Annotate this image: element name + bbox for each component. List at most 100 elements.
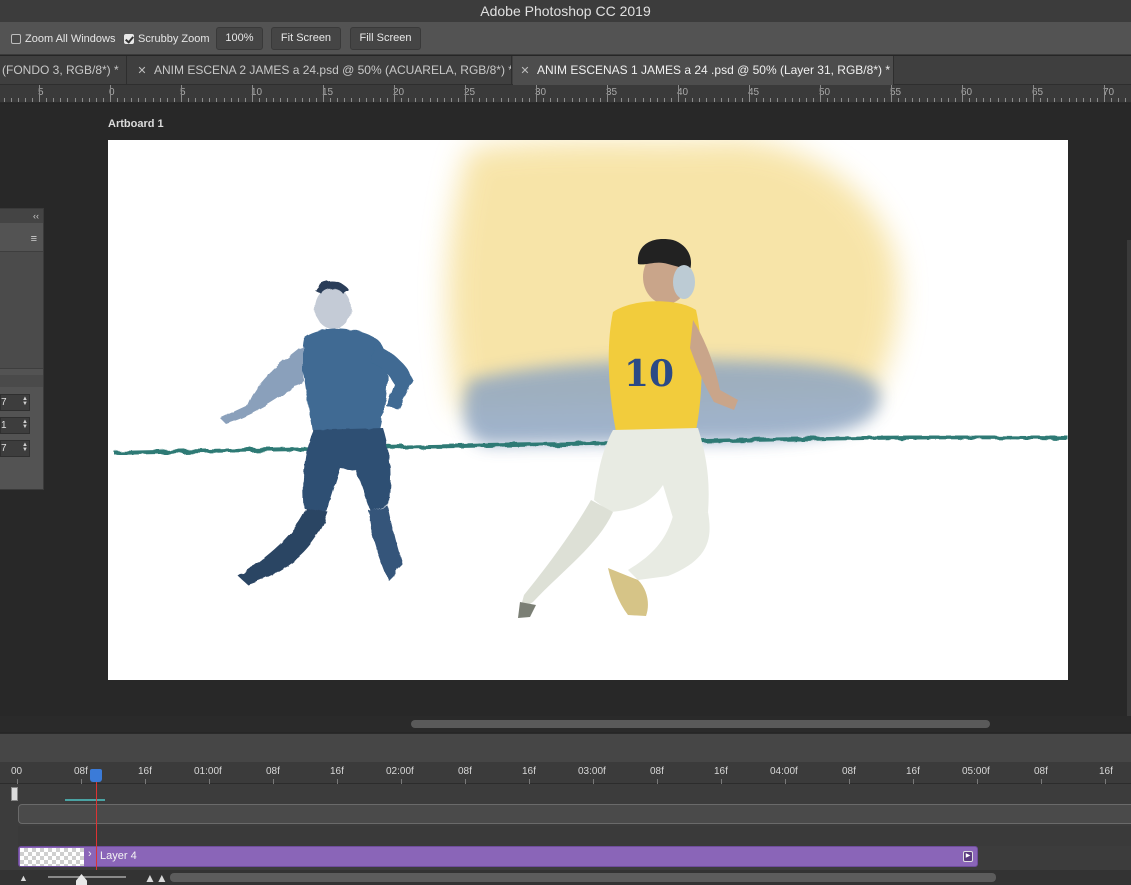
ruler-tick xyxy=(60,98,61,102)
ruler-tick xyxy=(82,98,83,102)
window-title: Adobe Photoshop CC 2019 xyxy=(480,3,651,19)
ruler-tick xyxy=(302,98,303,102)
playhead-line xyxy=(96,782,97,878)
panel-number-field[interactable]: 7 ▲ ▼ xyxy=(0,394,30,411)
ruler-tick xyxy=(493,98,494,102)
title-bar: Adobe Photoshop CC 2019 xyxy=(0,0,1131,22)
jersey-number: 10 xyxy=(624,353,674,395)
ruler-tick xyxy=(67,98,68,102)
timeline-ruler[interactable]: 00 08f 16f 01:00f 08f 16f 02:00f 08f 16f 03:00f 08… xyxy=(0,762,1131,784)
timeline-tick xyxy=(401,779,402,784)
ruler-tick xyxy=(927,98,928,102)
artboard[interactable]: 10 xyxy=(108,140,1068,680)
ruler-tick xyxy=(990,98,991,102)
panel-menu-icon[interactable]: ≡ xyxy=(31,233,37,245)
ruler-tick xyxy=(1019,98,1020,102)
zoom-100-button[interactable]: 100% xyxy=(216,27,263,50)
ruler-tick xyxy=(387,98,388,102)
vertical-scrollbar[interactable] xyxy=(1127,240,1131,720)
chevron-right-icon[interactable]: › xyxy=(88,848,92,860)
ruler-tick xyxy=(174,98,175,102)
ruler-tick xyxy=(280,98,281,102)
ruler-tick xyxy=(380,98,381,102)
ruler-tick xyxy=(976,98,977,102)
ruler-tick xyxy=(430,98,431,102)
horizontal-scroll-thumb[interactable] xyxy=(411,720,990,728)
ruler-tick xyxy=(415,98,416,102)
ruler-tick xyxy=(252,85,253,102)
layer-clip[interactable]: › Layer 4 ▶ xyxy=(18,846,978,867)
ruler-tick xyxy=(75,98,76,102)
panel-field-value: 1 xyxy=(1,420,7,431)
panel-number-field[interactable]: 7 ▲ ▼ xyxy=(0,440,30,457)
panel-field-value: 7 xyxy=(1,443,7,454)
ruler-tick xyxy=(458,98,459,102)
ruler-tick xyxy=(89,98,90,102)
horizontal-ruler[interactable]: 5 0 5 10 15 20 25 30 35 40 45 50 55 60 65 70 xyxy=(0,85,1131,103)
tab-fondo-3[interactable]: (FONDO 3, RGB/8*) * xyxy=(0,56,127,85)
timeline-track[interactable] xyxy=(18,804,1131,824)
horizontal-scrollbar[interactable] xyxy=(0,716,1131,732)
timeline-tick xyxy=(17,779,18,784)
work-area-start-handle[interactable] xyxy=(11,787,18,801)
scrubby-zoom-label: Scrubby Zoom xyxy=(138,33,210,45)
ruler-tick xyxy=(145,98,146,102)
ruler-tick xyxy=(912,98,913,102)
timeline-footer: ▲ ▲▲ xyxy=(0,870,1131,885)
ruler-tick xyxy=(1125,98,1126,102)
ruler-tick xyxy=(53,98,54,102)
panel-number-field[interactable]: 1 ▲ ▼ xyxy=(0,417,30,434)
collapse-panel-icon[interactable]: ‹‹ xyxy=(33,209,39,223)
ruler-tick xyxy=(962,85,963,102)
stepper-arrows-icon[interactable]: ▲ ▼ xyxy=(22,419,28,430)
panel-content xyxy=(0,251,43,369)
fill-screen-button[interactable]: Fill Screen xyxy=(350,27,421,50)
layer-thumbnail xyxy=(20,848,84,866)
options-bar: Zoom All Windows Scrubby Zoom 100% Fit S… xyxy=(0,22,1131,55)
timeline-ruler-label: 08f xyxy=(842,766,856,777)
ruler-tick xyxy=(351,98,352,102)
tab-anim-escenas-1[interactable]: ✕ ANIM ESCENAS 1 JAMES a 24 .psd @ 50% (L… xyxy=(513,56,894,85)
ruler-tick xyxy=(742,98,743,102)
scrubby-zoom-checkbox[interactable]: Scrubby Zoom xyxy=(124,32,210,46)
ruler-tick xyxy=(792,98,793,102)
ruler-tick xyxy=(934,98,935,102)
ruler-tick xyxy=(366,98,367,102)
ruler-tick xyxy=(259,98,260,102)
timeline-ruler-label: 08f xyxy=(650,766,664,777)
ruler-tick xyxy=(216,98,217,102)
ruler-tick xyxy=(224,98,225,102)
work-area-bar[interactable] xyxy=(65,799,105,801)
stepper-arrows-icon[interactable]: ▲ ▼ xyxy=(22,396,28,407)
zoom-all-windows-checkbox[interactable]: Zoom All Windows xyxy=(11,32,115,46)
canvas-area[interactable]: Artboard 1 10 xyxy=(0,104,1131,716)
ruler-tick xyxy=(643,98,644,102)
timeline-tick xyxy=(337,779,338,784)
tab-anim-escena-2[interactable]: ✕ ANIM ESCENA 2 JAMES a 24.psd @ 50% (ACU… xyxy=(128,56,512,85)
ruler-tick xyxy=(32,98,33,102)
playhead-handle-icon[interactable] xyxy=(90,769,102,782)
rival-player-figure xyxy=(220,281,413,585)
timeline-ruler-label: 16f xyxy=(1099,766,1113,777)
ruler-tick xyxy=(1104,85,1105,102)
ruler-tick xyxy=(117,98,118,102)
timeline-zoom-slider[interactable] xyxy=(48,876,126,878)
timeline-scroll-thumb[interactable] xyxy=(170,873,996,882)
ruler-tick xyxy=(522,98,523,102)
zoom-out-icon[interactable]: ▲ xyxy=(19,873,28,883)
ruler-tick xyxy=(295,98,296,102)
ruler-tick xyxy=(330,98,331,102)
clip-end-icon[interactable]: ▶ xyxy=(963,851,973,862)
ruler-tick xyxy=(948,98,949,102)
ruler-tick xyxy=(131,98,132,102)
close-icon[interactable]: ✕ xyxy=(519,57,531,85)
fit-screen-button[interactable]: Fit Screen xyxy=(271,27,341,50)
close-icon[interactable]: ✕ xyxy=(136,57,148,85)
ruler-tick xyxy=(103,98,104,102)
ruler-tick xyxy=(231,98,232,102)
timeline-tick xyxy=(721,779,722,784)
ruler-tick xyxy=(863,98,864,102)
stepper-arrows-icon[interactable]: ▲ ▼ xyxy=(22,442,28,453)
zoom-in-icon[interactable]: ▲▲ xyxy=(144,871,168,885)
ruler-tick xyxy=(728,98,729,102)
